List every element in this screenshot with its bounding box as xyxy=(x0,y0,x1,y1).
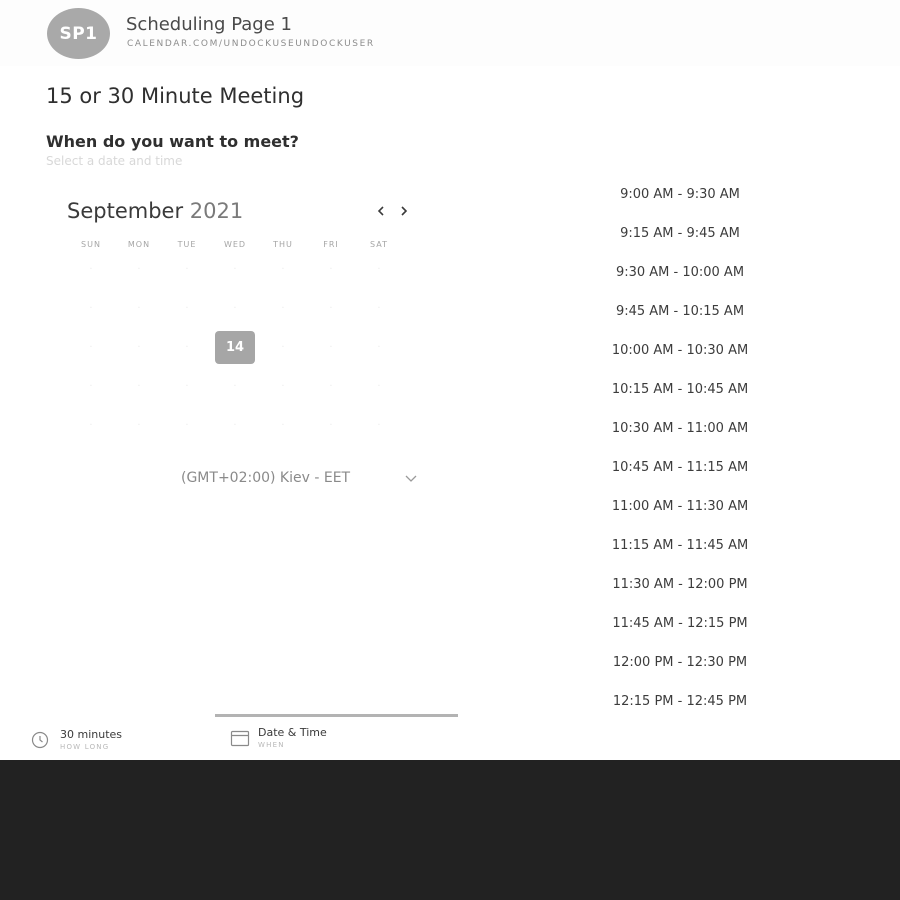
page-name: Scheduling Page 1 xyxy=(126,14,292,35)
calendar-day-disabled: · xyxy=(89,303,93,314)
calendar-week: · · · · · · · xyxy=(67,289,403,328)
step-datetime-sub: WHEN xyxy=(258,741,285,749)
calendar-day-disabled: · xyxy=(377,342,381,353)
calendar-day-disabled: · xyxy=(137,381,141,392)
calendar-day-disabled: · xyxy=(281,264,285,275)
weekday-sat: SAT xyxy=(370,240,388,249)
calendar-day-disabled: · xyxy=(137,420,141,431)
calendar-grid: · · · · · · · · · · · · · · · · · 14 · ·… xyxy=(67,250,403,445)
calendar-day-disabled: · xyxy=(185,342,189,353)
calendar-day-disabled: · xyxy=(137,303,141,314)
calendar-week: · · · · · · · xyxy=(67,367,403,406)
calendar-day-disabled: · xyxy=(281,420,285,431)
calendar-day-selected[interactable]: 14 xyxy=(211,331,259,364)
chevron-down-icon[interactable] xyxy=(404,474,418,484)
calendar-day-disabled: · xyxy=(233,420,237,431)
calendar-day-disabled: · xyxy=(89,264,93,275)
calendar-day-disabled: · xyxy=(89,420,93,431)
calendar-day-disabled: · xyxy=(89,381,93,392)
meeting-question: When do you want to meet? xyxy=(46,132,299,151)
weekday-wed: WED xyxy=(223,240,247,249)
calendar-day-disabled: · xyxy=(329,381,333,392)
calendar-weekdays: SUN MON TUE WED THU FRI SAT xyxy=(67,240,403,249)
scheduling-page: SP1 Scheduling Page 1 CALENDAR.COM/UNDOC… xyxy=(0,0,900,760)
calendar-day-disabled: · xyxy=(137,342,141,353)
calendar-week: · · · · · · · xyxy=(67,406,403,445)
time-slot[interactable]: 11:00 AM - 11:30 AM xyxy=(580,493,780,532)
time-slot[interactable]: 9:00 AM - 9:30 AM xyxy=(580,181,780,220)
time-slot[interactable]: 9:30 AM - 10:00 AM xyxy=(580,259,780,298)
time-slot[interactable]: 11:45 AM - 12:15 PM xyxy=(580,610,780,649)
calendar-day-disabled: · xyxy=(137,264,141,275)
calendar-day-disabled: · xyxy=(233,381,237,392)
step-duration-sub: HOW LONG xyxy=(60,743,110,751)
weekday-tue: TUE xyxy=(177,240,197,249)
header-bar: SP1 Scheduling Page 1 CALENDAR.COM/UNDOC… xyxy=(0,0,900,66)
calendar-month: September xyxy=(67,199,184,223)
meeting-subtitle: Select a date and time xyxy=(46,154,183,168)
calendar-day-disabled: · xyxy=(185,264,189,275)
calendar-icon xyxy=(230,730,250,747)
calendar-day-disabled: · xyxy=(377,420,381,431)
weekday-mon: MON xyxy=(127,240,151,249)
meeting-title: 15 or 30 Minute Meeting xyxy=(46,84,305,108)
time-slot[interactable]: 11:15 AM - 11:45 AM xyxy=(580,532,780,571)
page-url[interactable]: CALENDAR.COM/UNDOCKUSEUNDOCKUSER xyxy=(127,39,375,49)
time-slot[interactable]: 10:15 AM - 10:45 AM xyxy=(580,376,780,415)
step-progress-indicator xyxy=(215,714,458,717)
calendar-day-disabled: · xyxy=(185,381,189,392)
calendar-day-disabled: · xyxy=(185,303,189,314)
weekday-thu: THU xyxy=(273,240,293,249)
calendar-week: · · · 14 · · · xyxy=(67,328,403,367)
calendar-day-disabled: · xyxy=(377,303,381,314)
calendar-day-disabled: · xyxy=(281,342,285,353)
weekday-fri: FRI xyxy=(323,240,339,249)
calendar-month-year: September 2021 xyxy=(67,199,243,223)
step-datetime-label: Date & Time xyxy=(258,726,327,739)
time-slot[interactable]: 9:15 AM - 9:45 AM xyxy=(580,220,780,259)
time-slot[interactable]: 10:45 AM - 11:15 AM xyxy=(580,454,780,493)
time-slot[interactable]: 11:30 AM - 12:00 PM xyxy=(580,571,780,610)
time-slot[interactable]: 9:45 AM - 10:15 AM xyxy=(580,298,780,337)
calendar-week: · · · · · · · xyxy=(67,250,403,289)
calendar-day-disabled: · xyxy=(233,264,237,275)
weekday-sun: SUN xyxy=(81,240,101,249)
calendar-day-disabled: · xyxy=(377,264,381,275)
calendar-day-disabled: · xyxy=(329,303,333,314)
step-duration-label: 30 minutes xyxy=(60,728,123,741)
calendar-day-disabled: · xyxy=(233,303,237,314)
calendar-day-disabled: · xyxy=(281,381,285,392)
calendar-day-disabled: · xyxy=(281,303,285,314)
avatar: SP1 xyxy=(47,8,110,59)
timezone-select[interactable]: (GMT+02:00) Kiev - EET xyxy=(181,470,350,486)
calendar-day-disabled: · xyxy=(185,420,189,431)
calendar-day-disabled: · xyxy=(329,420,333,431)
chevron-left-icon[interactable] xyxy=(374,203,388,219)
calendar-day-disabled: · xyxy=(329,342,333,353)
time-slot[interactable]: 12:00 PM - 12:30 PM xyxy=(580,649,780,688)
calendar-day-disabled: · xyxy=(329,264,333,275)
selected-day-number: 14 xyxy=(215,331,255,364)
chevron-right-icon[interactable] xyxy=(397,203,411,219)
calendar-day-disabled: · xyxy=(377,381,381,392)
calendar-year: 2021 xyxy=(189,199,244,223)
calendar-day-disabled: · xyxy=(89,342,93,353)
clock-icon xyxy=(31,731,49,749)
step-bar xyxy=(0,714,900,760)
time-slot-list: 9:00 AM - 9:30 AM 9:15 AM - 9:45 AM 9:30… xyxy=(580,181,780,727)
dark-footer xyxy=(0,760,900,900)
time-slot[interactable]: 10:00 AM - 10:30 AM xyxy=(580,337,780,376)
time-slot[interactable]: 10:30 AM - 11:00 AM xyxy=(580,415,780,454)
